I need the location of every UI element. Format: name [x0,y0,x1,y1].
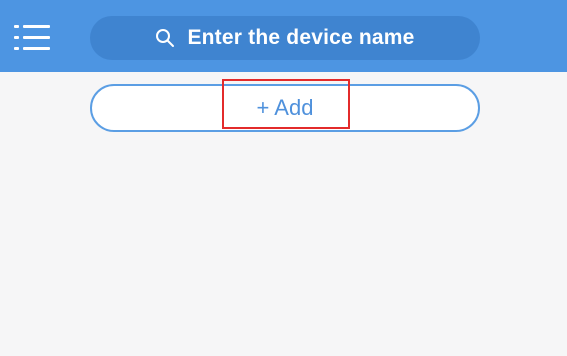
add-button[interactable]: + Add [90,84,480,132]
menu-button[interactable] [14,22,54,54]
add-button-label: + Add [256,95,314,120]
search-icon [156,29,175,47]
top-bar: Enter the device name [0,0,567,72]
search-input[interactable]: Enter the device name [90,16,480,60]
search-placeholder: Enter the device name [187,26,415,49]
